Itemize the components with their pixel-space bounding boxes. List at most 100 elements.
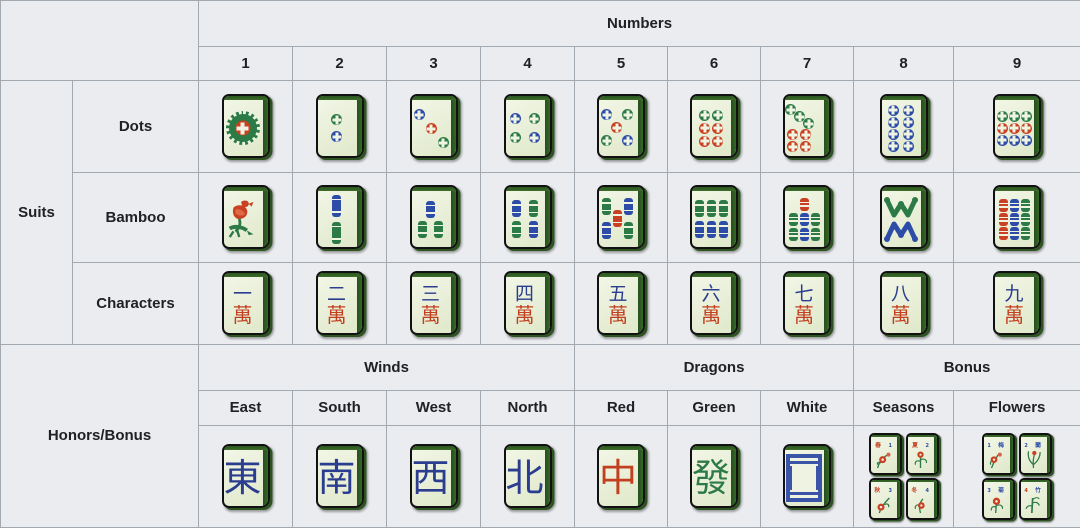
tile-cell-white-dragon[interactable]	[760, 424, 854, 528]
character-wan: 萬	[701, 303, 721, 328]
north-wind-tile: 北	[503, 444, 552, 509]
numbers-group-header: Numbers	[197, 0, 1080, 48]
col-header-7: 7	[760, 46, 854, 81]
tile-cell-bamboo-2[interactable]	[292, 171, 387, 263]
tile-cell-bamboo-9[interactable]	[952, 171, 1080, 263]
character-wan: 萬	[420, 303, 441, 328]
character-number: 五	[608, 283, 628, 306]
dragons-group-header: Dragons	[574, 343, 854, 391]
tile-cell-characters-9[interactable]: 九 萬	[952, 261, 1080, 345]
tile-cell-dots-4[interactable]	[480, 79, 575, 173]
row-bamboo: Bamboo	[1, 171, 1080, 263]
tile-cell-east[interactable]: 東	[198, 424, 293, 528]
south-wind-tile: 南	[315, 444, 364, 509]
group-label-honors-bonus: Honors/Bonus	[0, 343, 199, 528]
tile-cell-dots-6[interactable]	[667, 79, 761, 173]
tile-cell-dots-1[interactable]	[198, 79, 293, 173]
dot-big-green	[225, 111, 260, 146]
wind-glyph: 南	[317, 456, 356, 501]
tile-cell-dots-8[interactable]	[853, 79, 954, 173]
svg-text:菊: 菊	[997, 486, 1004, 494]
tile-cell-north[interactable]: 北	[480, 424, 575, 528]
tile-cell-green-dragon[interactable]: 發	[667, 424, 761, 528]
tile-cell-dots-5[interactable]	[574, 79, 668, 173]
tile-cell-bamboo-7[interactable]	[760, 171, 854, 263]
four-character-tile: 四 萬	[503, 271, 552, 336]
tile-cell-characters-8[interactable]: 八 萬	[853, 261, 954, 345]
green-dragon-tile: 發	[690, 444, 738, 509]
red-dragon-tile: 中	[597, 444, 645, 509]
tile-cell-bamboo-8[interactable]	[853, 171, 954, 263]
winds-group-header: Winds	[198, 343, 575, 391]
character-number: 二	[326, 283, 346, 306]
wind-glyph: 東	[223, 456, 262, 501]
tile-table: Numbers 1 2 3 4 5 6 7 8 9 Suits Dots Bam…	[0, 0, 1080, 528]
col-header-3: 3	[386, 46, 481, 81]
dragon-glyph: 中	[599, 456, 638, 501]
flower-tile-bamboo: 4 竹	[1019, 477, 1053, 520]
character-number: 六	[701, 283, 721, 306]
tile-cell-characters-3[interactable]: 三 萬	[386, 261, 481, 345]
one-dot-tile	[221, 94, 270, 159]
three-character-tile: 三 萬	[409, 271, 458, 336]
tile-cell-south[interactable]: 南	[292, 424, 387, 528]
col-header-east: East	[198, 389, 293, 426]
two-character-tile: 二 萬	[315, 271, 364, 336]
tile-cell-bamboo-3[interactable]	[386, 171, 481, 263]
flower-art-icon: 春 1	[874, 441, 892, 468]
tile-cell-dots-7[interactable]	[760, 79, 854, 173]
tile-cell-red-dragon[interactable]: 中	[574, 424, 668, 528]
col-header-6: 6	[667, 46, 761, 81]
dragon-glyph: 發	[692, 456, 731, 501]
tile-cell-dots-3[interactable]	[386, 79, 481, 173]
eight-bamboo-tile	[879, 185, 928, 250]
eight-character-tile: 八 萬	[879, 271, 928, 336]
tile-cell-characters-6[interactable]: 六 萬	[667, 261, 761, 345]
svg-text:4: 4	[1024, 488, 1028, 494]
tile-cell-characters-4[interactable]: 四 萬	[480, 261, 575, 345]
col-header-white: White	[760, 389, 854, 426]
character-wan: 萬	[326, 303, 347, 328]
tile-cell-west[interactable]: 西	[386, 424, 481, 528]
tile-cell-bamboo-6[interactable]	[667, 171, 761, 263]
season-tile-spring: 春 1	[868, 432, 902, 475]
tile-cell-bamboo-4[interactable]	[480, 171, 575, 263]
tile-cell-flowers[interactable]: 1 梅 2 蘭 3 菊 4 竹	[952, 424, 1080, 528]
row-characters: Characters 一 萬 二 萬 三 萬 四 萬 五 萬 六 萬 七 萬 八…	[1, 261, 1080, 345]
tile-cell-characters-2[interactable]: 二 萬	[292, 261, 387, 345]
col-header-west: West	[386, 389, 481, 426]
header-row-group: Numbers	[0, 0, 1080, 81]
flower-art-icon: 3 菊	[987, 486, 1004, 513]
svg-text:3: 3	[987, 488, 991, 494]
tile-cell-seasons[interactable]: 春 1 夏 2 秋 3 冬 4	[853, 424, 954, 528]
east-wind-tile: 東	[221, 444, 270, 509]
three-bamboo-tile	[409, 185, 458, 250]
character-number: 三	[420, 283, 440, 306]
six-dot-tile	[690, 94, 738, 159]
character-wan: 萬	[608, 303, 628, 328]
tile-cell-dots-2[interactable]	[292, 79, 387, 173]
row-dots: Suits Dots	[0, 79, 1080, 345]
svg-text:春: 春	[874, 441, 881, 449]
col-header-south: South	[292, 389, 387, 426]
west-wind-tile: 西	[409, 444, 458, 509]
nine-character-tile: 九 萬	[993, 271, 1042, 336]
svg-text:蘭: 蘭	[1035, 441, 1041, 449]
tile-cell-bamboo-1[interactable]	[198, 171, 293, 263]
svg-text:1: 1	[888, 443, 892, 449]
col-header-5: 5	[574, 46, 668, 81]
svg-text:1: 1	[987, 443, 991, 449]
six-character-tile: 六 萬	[690, 271, 738, 336]
six-bamboo-tile	[690, 185, 738, 250]
wind-glyph: 北	[505, 456, 544, 501]
season-tile-summer: 夏 2	[905, 432, 939, 475]
flower-art-icon: 1 梅	[987, 441, 1004, 469]
tile-cell-characters-7[interactable]: 七 萬	[760, 261, 854, 345]
three-dot-tile	[409, 94, 458, 159]
tile-cell-dots-9[interactable]	[952, 79, 1080, 173]
tile-cell-characters-5[interactable]: 五 萬	[574, 261, 668, 345]
tile-cell-bamboo-5[interactable]	[574, 171, 668, 263]
col-header-seasons: Seasons	[853, 389, 954, 426]
tile-cell-characters-1[interactable]: 一 萬	[198, 261, 293, 345]
five-bamboo-tile	[597, 185, 645, 250]
